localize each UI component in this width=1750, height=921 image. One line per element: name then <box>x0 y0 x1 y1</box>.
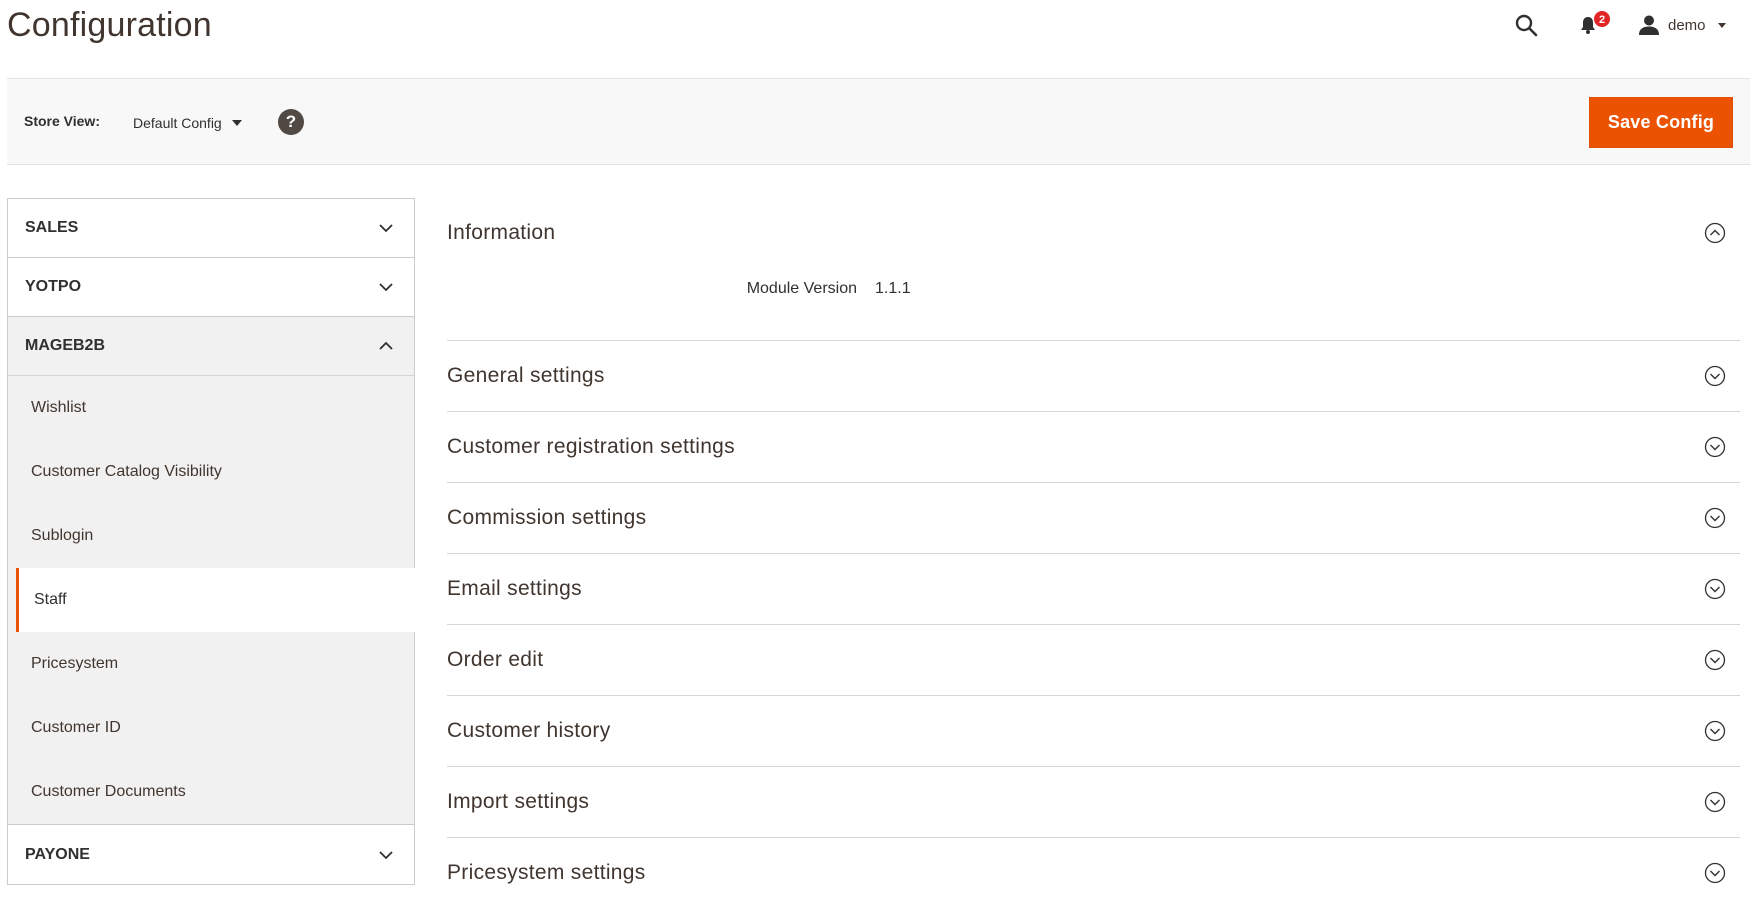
config-main: Information Module Version 1.1.1 General… <box>447 198 1740 908</box>
sidebar-item-wishlist[interactable]: Wishlist <box>8 376 414 440</box>
section-title: General settings <box>447 364 605 387</box>
store-view-label: Store View: <box>24 113 100 129</box>
sidebar-tab-label: PAYONE <box>25 845 90 863</box>
section-title: Information <box>447 221 556 244</box>
search-icon <box>1515 14 1538 37</box>
sidebar-tab-payone[interactable]: PAYONE <box>8 825 414 884</box>
section-pricesystem-settings: Pricesystem settings <box>447 838 1740 908</box>
collapse-circle-icon <box>1704 222 1726 244</box>
section-customer-registration-settings: Customer registration settings <box>447 412 1740 483</box>
chevron-down-icon <box>379 850 393 859</box>
sidebar-item-sublogin[interactable]: Sublogin <box>8 504 414 568</box>
expand-circle-icon <box>1704 578 1726 600</box>
global-search-button[interactable] <box>1514 10 1538 40</box>
expand-circle-icon <box>1704 791 1726 813</box>
sidebar-item-label: Pricesystem <box>31 655 119 672</box>
section-title: Email settings <box>447 577 582 600</box>
sidebar-item-label: Staff <box>34 591 67 608</box>
help-icon[interactable]: ? <box>278 109 304 135</box>
user-name: demo <box>1668 16 1706 34</box>
sidebar-item-staff[interactable]: Staff <box>16 568 415 632</box>
store-view-selected: Default Config <box>133 115 222 131</box>
sidebar-item-customer-catalog-visibility[interactable]: Customer Catalog Visibility <box>8 440 414 504</box>
notifications-count-badge: 2 <box>1593 10 1611 28</box>
mageb2b-items: Wishlist Customer Catalog Visibility Sub… <box>8 376 415 825</box>
section-customer-history: Customer history <box>447 696 1740 767</box>
section-order-edit: Order edit <box>447 625 1740 696</box>
chevron-down-icon <box>379 283 393 292</box>
section-header[interactable]: Import settings <box>447 767 1740 837</box>
section-commission-settings: Commission settings <box>447 483 1740 554</box>
section-import-settings: Import settings <box>447 767 1740 838</box>
user-account-menu[interactable]: demo <box>1638 10 1726 40</box>
chevron-down-icon <box>1717 22 1726 28</box>
sidebar-tab-label: SALES <box>25 219 79 236</box>
sidebar-item-customer-documents[interactable]: Customer Documents <box>8 760 414 824</box>
section-header[interactable]: Customer registration settings <box>447 412 1740 482</box>
section-header[interactable]: Customer history <box>447 696 1740 766</box>
config-sidebar: SALES YOTPO MAGEB2B Wishlist Customer Ca… <box>7 198 415 885</box>
module-version-value: 1.1.1 <box>875 280 911 297</box>
save-config-button[interactable]: Save Config <box>1589 97 1733 148</box>
section-title: Import settings <box>447 790 590 813</box>
module-version-label: Module Version <box>746 280 857 297</box>
sidebar-item-label: Customer ID <box>31 719 121 736</box>
page-header: Configuration 2 demo <box>0 0 1750 70</box>
expand-circle-icon <box>1704 365 1726 387</box>
expand-circle-icon <box>1704 862 1726 884</box>
section-title: Pricesystem settings <box>447 861 646 884</box>
sidebar-tab-yotpo[interactable]: YOTPO <box>8 258 414 317</box>
chevron-up-icon <box>379 341 393 350</box>
section-header[interactable]: Pricesystem settings <box>447 838 1740 908</box>
section-header[interactable]: Commission settings <box>447 483 1740 553</box>
section-title: Customer registration settings <box>447 435 735 458</box>
chevron-down-icon <box>379 224 393 233</box>
section-body: Module Version 1.1.1 <box>447 268 1740 340</box>
page-title: Configuration <box>7 6 212 44</box>
section-email-settings: Email settings <box>447 554 1740 625</box>
section-general-settings: General settings <box>447 341 1740 412</box>
sidebar-tab-label: YOTPO <box>25 278 82 295</box>
notifications-button[interactable]: 2 <box>1578 10 1611 40</box>
sidebar-item-label: Wishlist <box>31 399 87 416</box>
section-information: Information Module Version 1.1.1 <box>447 198 1740 341</box>
sidebar-item-pricesystem[interactable]: Pricesystem <box>8 632 414 696</box>
sidebar-item-label: Customer Catalog Visibility <box>31 463 222 480</box>
expand-circle-icon <box>1704 720 1726 742</box>
expand-circle-icon <box>1704 507 1726 529</box>
expand-circle-icon <box>1704 649 1726 671</box>
section-title: Order edit <box>447 648 544 671</box>
sidebar-tab-label: MAGEB2B <box>25 337 106 354</box>
section-header[interactable]: Order edit <box>447 625 1740 695</box>
store-view-bar: Store View: Default Config ? Save Config <box>7 78 1750 165</box>
sidebar-tab-mageb2b[interactable]: MAGEB2B <box>8 317 414 376</box>
section-title: Customer history <box>447 719 611 742</box>
sidebar-item-label: Sublogin <box>31 527 94 544</box>
sidebar-item-label: Customer Documents <box>31 783 186 800</box>
sidebar-tab-sales[interactable]: SALES <box>8 199 414 258</box>
sidebar-item-customer-id[interactable]: Customer ID <box>8 696 414 760</box>
section-title: Commission settings <box>447 506 647 529</box>
store-view-switcher[interactable]: Default Config <box>133 109 242 137</box>
expand-circle-icon <box>1704 436 1726 458</box>
section-header[interactable]: Information <box>447 198 1740 268</box>
section-header[interactable]: General settings <box>447 341 1740 411</box>
caret-down-icon <box>231 120 242 126</box>
section-header[interactable]: Email settings <box>447 554 1740 624</box>
user-icon <box>1639 15 1659 35</box>
